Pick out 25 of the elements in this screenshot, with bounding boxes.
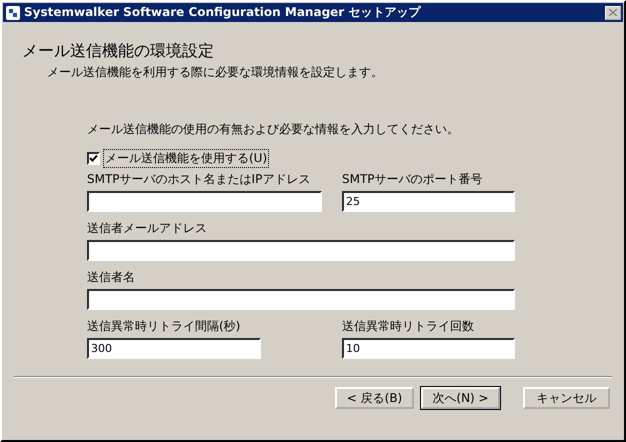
close-icon bbox=[609, 9, 617, 16]
close-button[interactable] bbox=[605, 6, 621, 20]
field-label: 送信者メールアドレス bbox=[87, 221, 208, 235]
field-label: SMTPサーバのポート番号 bbox=[342, 172, 484, 186]
field-label: 送信異常時リトライ間隔(秒) bbox=[87, 319, 242, 333]
checkbox[interactable] bbox=[87, 152, 100, 164]
check-icon bbox=[89, 154, 98, 162]
checkbox-label[interactable]: メール送信機能を使用する(U) bbox=[104, 150, 268, 166]
cancel-button[interactable]: キャンセル bbox=[523, 387, 610, 409]
instruction-text: メール送信機能の使用の有無および必要な情報を入力してください。 bbox=[87, 121, 460, 138]
window-title: Systemwalker Software Configuration Manager セットアップ bbox=[24, 4, 422, 21]
input-field[interactable] bbox=[87, 240, 515, 261]
app-icon bbox=[5, 4, 21, 20]
input-field[interactable]: 300 bbox=[87, 338, 261, 359]
input-field[interactable] bbox=[87, 191, 322, 212]
page-title: メール送信機能の環境設定 bbox=[22, 41, 215, 62]
input-field[interactable]: 10 bbox=[342, 338, 515, 359]
field-label: 送信者名 bbox=[87, 270, 136, 284]
input-field[interactable]: 25 bbox=[342, 191, 515, 212]
field-label: 送信異常時リトライ回数 bbox=[342, 319, 475, 333]
input-field[interactable] bbox=[87, 289, 515, 310]
back-button[interactable]: < 戻る(B) bbox=[335, 387, 414, 409]
field-label: SMTPサーバのホスト名またはIPアドレス bbox=[87, 172, 312, 186]
page-subtitle: メール送信機能を利用する際に必要な環境情報を設定します。 bbox=[47, 64, 384, 81]
next-button[interactable]: 次へ(N) > bbox=[421, 387, 500, 409]
